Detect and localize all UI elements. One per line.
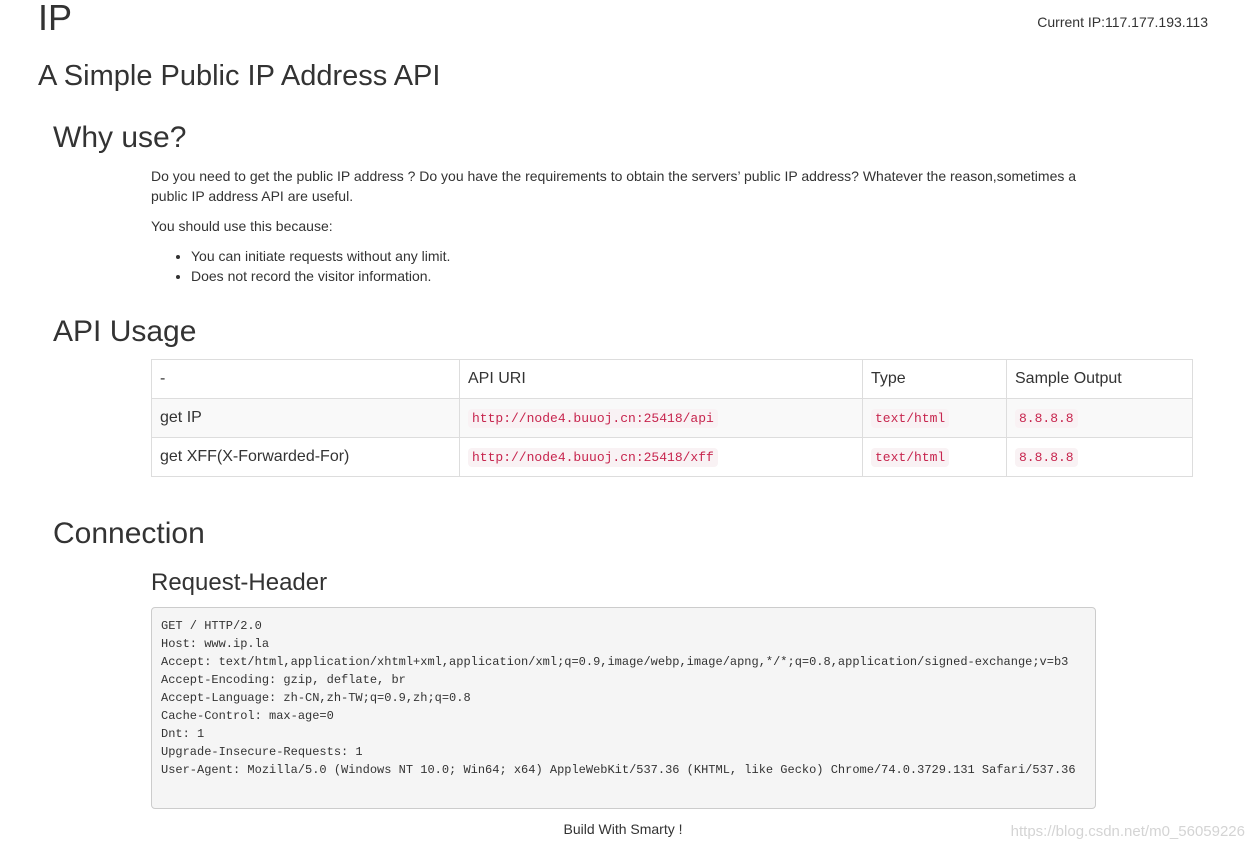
table-row: get XFF(X-Forwarded-For) http://node4.bu… — [151, 437, 1193, 477]
output-code: 8.8.8.8 — [1015, 409, 1078, 428]
cell-type: text/html — [862, 398, 1007, 438]
column-header-name: - — [151, 359, 460, 399]
table-row: get IP http://node4.buuoj.cn:25418/api t… — [151, 398, 1193, 438]
output-code: 8.8.8.8 — [1015, 448, 1078, 467]
request-header-block: GET / HTTP/2.0 Host: www.ip.la Accept: t… — [151, 607, 1096, 809]
cell-output: 8.8.8.8 — [1006, 437, 1193, 477]
type-code: text/html — [871, 409, 950, 428]
list-item: You can initiate requests without any li… — [191, 246, 1091, 266]
cell-output: 8.8.8.8 — [1006, 398, 1193, 438]
connection-heading: Connection — [53, 517, 205, 550]
request-header-heading: Request-Header — [151, 569, 328, 596]
column-header-uri: API URI — [459, 359, 863, 399]
cell-type: text/html — [862, 437, 1007, 477]
site-title: IP — [38, 0, 73, 38]
page-subtitle: A Simple Public IP Address API — [38, 60, 441, 92]
why-use-section: Do you need to get the public IP address… — [151, 166, 1091, 286]
api-uri-code[interactable]: http://node4.buuoj.cn:25418/api — [468, 409, 718, 428]
table-header-row: - API URI Type Sample Output — [151, 359, 1193, 399]
api-usage-table: - API URI Type Sample Output get IP http… — [151, 359, 1193, 477]
api-usage-heading: API Usage — [53, 315, 197, 348]
why-paragraph-2: You should use this because: — [151, 218, 333, 234]
cell-name: get XFF(X-Forwarded-For) — [151, 437, 460, 477]
watermark-text: https://blog.csdn.net/m0_56059226 — [1010, 823, 1245, 840]
api-uri-code[interactable]: http://node4.buuoj.cn:25418/xff — [468, 448, 718, 467]
why-bullet-list: You can initiate requests without any li… — [151, 246, 1091, 286]
why-paragraph-1: Do you need to get the public IP address… — [151, 168, 1077, 204]
type-code: text/html — [871, 448, 950, 467]
current-ip-text: Current IP:117.177.193.113 — [1037, 14, 1208, 30]
cell-uri: http://node4.buuoj.cn:25418/xff — [459, 437, 863, 477]
column-header-type: Type — [862, 359, 1007, 399]
list-item: Does not record the visitor information. — [191, 266, 1091, 286]
why-use-heading: Why use? — [53, 121, 187, 154]
page: IP Current IP:117.177.193.113 A Simple P… — [0, 0, 1253, 850]
cell-name: get IP — [151, 398, 460, 438]
column-header-sample-output: Sample Output — [1006, 359, 1193, 399]
cell-uri: http://node4.buuoj.cn:25418/api — [459, 398, 863, 438]
